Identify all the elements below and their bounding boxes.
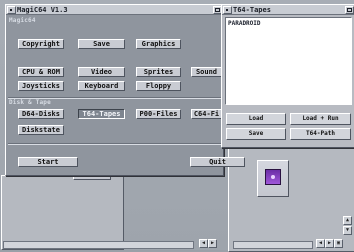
p00-files-button[interactable]: P00-Files — [136, 109, 181, 119]
background-window-right — [228, 143, 354, 252]
section-label-top: Magic64 — [9, 17, 36, 24]
sprites-button[interactable]: Sprites — [136, 67, 181, 77]
t64-tapes-titlebar[interactable]: T64-Tapes — [222, 5, 354, 15]
graphics-button[interactable]: Graphics — [136, 39, 181, 49]
scroll-right-arrow-right-pane-icon[interactable]: ▶ — [325, 239, 334, 248]
start-button[interactable]: Start — [18, 157, 78, 167]
depth-icon[interactable] — [345, 6, 354, 14]
video-button[interactable]: Video — [78, 67, 125, 77]
load-button[interactable]: Load — [226, 113, 286, 125]
cpu-rom-button[interactable]: CPU & ROM — [18, 67, 64, 77]
diskstate-button[interactable]: Diskstate — [18, 125, 64, 135]
magic64-content: Magic64 Copyright Save Graphics CPU & RO… — [6, 15, 245, 175]
magic64-titlebar[interactable]: MagiC64 V1.3 — [6, 5, 223, 15]
save-button[interactable]: Save — [226, 128, 286, 140]
t64-tapes-window: T64-Tapes PARADROID Load Load + Run Save… — [221, 4, 354, 148]
close-icon[interactable] — [223, 6, 232, 14]
t64-path-button[interactable]: T64-Path — [290, 128, 351, 140]
d64-disks-button[interactable]: D64-Disks — [18, 109, 64, 119]
sound-button[interactable]: Sound — [191, 67, 222, 77]
section-label-disk-tape: Disk & Tape — [9, 99, 51, 106]
quit-button[interactable]: Quit — [190, 157, 245, 167]
save-button[interactable]: Save — [78, 39, 125, 49]
floppy-button[interactable]: Floppy — [136, 81, 181, 91]
joysticks-button[interactable]: Joysticks — [18, 81, 64, 91]
window-resize-icon[interactable]: ▣ — [334, 239, 343, 248]
window-title: T64-Tapes — [233, 6, 271, 14]
tape-list[interactable]: PARADROID — [225, 17, 352, 105]
horizontal-scrollbar-right[interactable] — [233, 241, 313, 249]
window-title: MagiC64 V1.3 — [17, 6, 68, 14]
c64-files-button[interactable]: C64-Fi — [191, 109, 222, 119]
scroll-left-arrow-icon[interactable]: ◀ — [199, 239, 208, 248]
scroll-left-arrow-right-pane-icon[interactable]: ◀ — [316, 239, 325, 248]
scroll-up-arrow-icon[interactable]: ▲ — [343, 216, 352, 225]
t64-tapes-button[interactable]: T64-Tapes — [78, 109, 125, 119]
keyboard-button[interactable]: Keyboard — [78, 81, 125, 91]
scroll-right-arrow-icon[interactable]: ▶ — [208, 239, 217, 248]
scroll-down-arrow-icon[interactable]: ▼ — [343, 226, 352, 235]
close-icon[interactable] — [7, 6, 16, 14]
horizontal-scrollbar-left[interactable] — [3, 241, 194, 249]
background-window-left — [1, 175, 124, 250]
tape-icon — [265, 169, 281, 185]
tape-list-item[interactable]: PARADROID — [228, 20, 349, 27]
copyright-button[interactable]: Copyright — [18, 39, 64, 49]
magic64-window: MagiC64 V1.3 Magic64 Copyright Save Grap… — [5, 4, 245, 176]
bottom-separator — [8, 143, 221, 145]
tape-file-icon-box[interactable] — [257, 160, 289, 197]
load-run-button[interactable]: Load + Run — [290, 113, 351, 125]
